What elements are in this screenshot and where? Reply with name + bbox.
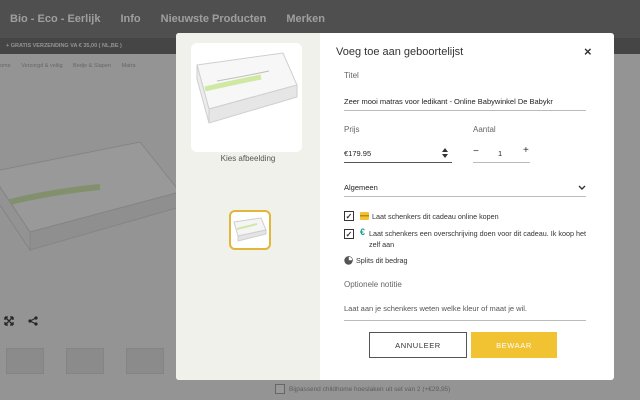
note-underline	[344, 320, 586, 321]
quantity-plus-button[interactable]: +	[523, 145, 529, 156]
bank-transfer-checkbox[interactable]: ✓	[344, 229, 354, 239]
price-underline	[344, 162, 452, 163]
title-input[interactable]: Zeer mooi matras voor ledikant - Online …	[344, 97, 586, 106]
mattress-image	[196, 52, 298, 124]
price-input[interactable]: €179.95	[344, 149, 404, 158]
image-thumbnail-selected[interactable]	[229, 210, 271, 250]
title-label: Titel	[344, 71, 359, 80]
euro-icon: €	[360, 227, 366, 237]
dialog-title: Voeg toe aan geboortelijst	[336, 46, 464, 58]
add-to-registry-dialog: Kies afbeelding Voeg toe aan geboortelij…	[176, 33, 614, 380]
note-textarea[interactable]: Laat aan je schenkers weten welke kleur …	[344, 304, 584, 313]
close-icon[interactable]: ×	[584, 44, 592, 59]
bank-transfer-label: Laat schenkers een overschrijving doen v…	[369, 229, 586, 249]
split-amount-link[interactable]: Splits dit bedrag	[356, 255, 408, 266]
choose-image-label[interactable]: Kies afbeelding	[176, 154, 320, 163]
chevron-down-icon[interactable]	[578, 185, 586, 191]
mattress-thumbnail	[233, 217, 267, 242]
online-purchase-label: Laat schenkers dit cadeau online kopen	[372, 212, 499, 221]
spinner-icon[interactable]	[442, 147, 448, 159]
note-label: Optionele notitie	[344, 280, 402, 289]
quantity-underline	[473, 162, 530, 163]
quantity-input[interactable]: 1	[498, 149, 502, 158]
title-underline	[344, 110, 586, 111]
selected-product-image	[191, 43, 302, 152]
price-label: Prijs	[344, 125, 360, 134]
category-select[interactable]: Algemeen	[344, 183, 564, 192]
image-picker-pane: Kies afbeelding	[176, 33, 320, 380]
gift-card-icon	[360, 212, 369, 220]
save-button[interactable]: BEWAAR	[471, 332, 557, 358]
online-purchase-checkbox[interactable]: ✓	[344, 211, 354, 221]
quantity-minus-button[interactable]: −	[473, 146, 479, 157]
category-underline	[344, 196, 586, 197]
pie-chart-icon	[344, 256, 353, 265]
cancel-button[interactable]: ANNULEER	[369, 332, 467, 358]
quantity-label: Aantal	[473, 125, 496, 134]
